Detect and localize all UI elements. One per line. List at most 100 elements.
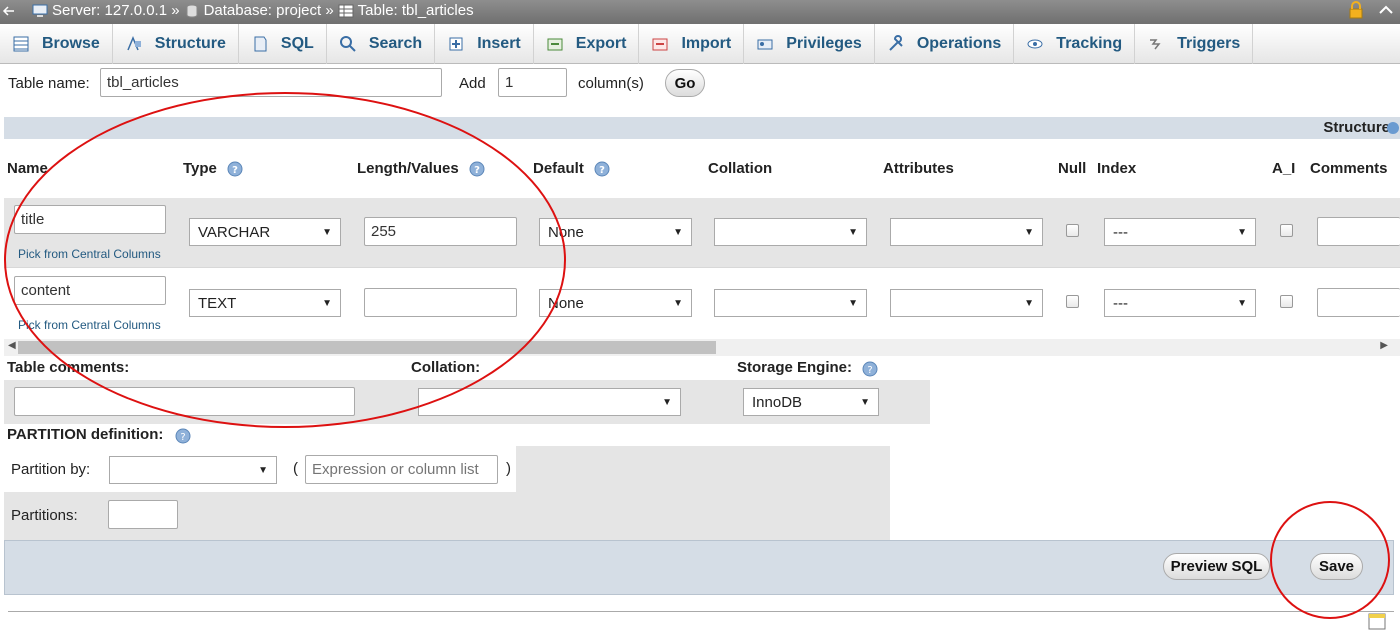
dropdown-caret-icon: ▼ bbox=[848, 298, 858, 309]
collapse-up-icon[interactable] bbox=[1378, 1, 1394, 19]
tab-tracking[interactable]: Tracking bbox=[1014, 24, 1136, 64]
tab-bar: Browse Structure SQL Search Insert Export Impo… bbox=[0, 24, 1400, 64]
help-icon[interactable]: ? bbox=[594, 161, 610, 177]
tab-structure[interactable]: Structure bbox=[113, 24, 239, 64]
help-icon[interactable] bbox=[1386, 121, 1400, 135]
partition-definition-label: PARTITION definition: bbox=[7, 426, 164, 443]
tab-sql[interactable]: SQL bbox=[239, 24, 327, 64]
dropdown-caret-icon: ▼ bbox=[662, 397, 672, 408]
dropdown-caret-icon: ▼ bbox=[1024, 227, 1034, 238]
add-columns-input[interactable]: 1 bbox=[498, 68, 567, 97]
svg-text:?: ? bbox=[474, 165, 480, 176]
tab-insert[interactable]: Insert bbox=[435, 24, 534, 64]
svg-text:?: ? bbox=[599, 165, 605, 176]
type-select[interactable]: TEXT ▼ bbox=[189, 289, 341, 317]
database-icon bbox=[186, 4, 198, 17]
tab-operations[interactable]: Operations bbox=[875, 24, 1015, 64]
breadcrumb-server[interactable]: Server: 127.0.0.1 » bbox=[32, 2, 180, 19]
table-name-line: Table name: tbl_articles Add 1 column(s)… bbox=[0, 68, 1400, 100]
attributes-select[interactable]: ▼ bbox=[890, 289, 1043, 317]
dropdown-caret-icon: ▼ bbox=[258, 465, 268, 476]
partitions-label: Partitions: bbox=[11, 507, 78, 524]
import-icon bbox=[652, 38, 668, 51]
tab-import[interactable]: Import bbox=[639, 24, 745, 64]
dropdown-caret-icon: ▼ bbox=[673, 298, 683, 309]
header-type: Type ? bbox=[183, 160, 243, 177]
table-collation-select[interactable]: ▼ bbox=[418, 388, 681, 416]
index-select[interactable]: --- ▼ bbox=[1104, 218, 1256, 246]
attributes-select[interactable]: ▼ bbox=[890, 218, 1043, 246]
svg-text:?: ? bbox=[867, 365, 872, 376]
auto-increment-checkbox[interactable] bbox=[1280, 224, 1293, 237]
export-icon bbox=[547, 38, 563, 51]
table-row: title Pick from Central Columns VARCHAR ▼… bbox=[4, 198, 1400, 268]
horizontal-scrollbar[interactable]: ◀ ▶ bbox=[4, 339, 1400, 356]
partition-by-select[interactable]: ▼ bbox=[109, 456, 277, 484]
default-select[interactable]: None ▼ bbox=[539, 289, 692, 317]
length-input[interactable]: 255 bbox=[364, 217, 517, 246]
breadcrumb-database[interactable]: Database: project » bbox=[184, 2, 334, 19]
insert-icon bbox=[449, 37, 463, 51]
scroll-right-icon[interactable]: ▶ bbox=[1380, 340, 1388, 351]
tab-export[interactable]: Export bbox=[534, 24, 640, 64]
columns-label: column(s) bbox=[578, 75, 644, 92]
index-select[interactable]: --- ▼ bbox=[1104, 289, 1256, 317]
partition-expression-input[interactable] bbox=[305, 455, 498, 484]
help-icon[interactable]: ? bbox=[469, 161, 485, 177]
storage-engine-select[interactable]: InnoDB ▼ bbox=[743, 388, 879, 416]
dropdown-caret-icon: ▼ bbox=[860, 397, 870, 408]
column-name-input[interactable]: title bbox=[14, 205, 166, 234]
pick-central-columns-link[interactable]: Pick from Central Columns bbox=[18, 247, 161, 261]
column-name-input[interactable]: content bbox=[14, 276, 166, 305]
table-collation-label: Collation: bbox=[411, 359, 481, 376]
close-paren: ) bbox=[506, 460, 511, 477]
partition-by-row: Partition by: ▼ ( ) bbox=[4, 446, 516, 492]
default-select[interactable]: None ▼ bbox=[539, 218, 692, 246]
help-icon[interactable]: ? bbox=[227, 161, 243, 177]
dropdown-caret-icon: ▼ bbox=[1237, 298, 1247, 309]
help-icon[interactable]: ? bbox=[862, 361, 878, 377]
help-icon[interactable]: ? bbox=[175, 428, 191, 444]
null-checkbox[interactable] bbox=[1066, 224, 1079, 237]
table-comments-input[interactable] bbox=[14, 387, 355, 416]
pick-central-columns-link[interactable]: Pick from Central Columns bbox=[18, 318, 161, 332]
wrench-icon bbox=[889, 35, 903, 51]
structure-icon bbox=[127, 36, 141, 51]
collation-select[interactable]: ▼ bbox=[714, 218, 867, 246]
auto-increment-checkbox[interactable] bbox=[1280, 295, 1293, 308]
header-default: Default ? bbox=[533, 160, 610, 177]
header-auto-increment: A_I bbox=[1272, 160, 1296, 177]
table-name-input[interactable]: tbl_articles bbox=[100, 68, 442, 97]
save-button[interactable]: Save bbox=[1310, 553, 1363, 580]
comments-input[interactable] bbox=[1317, 288, 1400, 317]
back-arrow-icon[interactable] bbox=[2, 2, 24, 22]
preview-sql-button[interactable]: Preview SQL bbox=[1163, 553, 1270, 580]
collation-select[interactable]: ▼ bbox=[714, 289, 867, 317]
length-input[interactable] bbox=[364, 288, 517, 317]
dropdown-caret-icon: ▼ bbox=[673, 227, 683, 238]
scrollbar-thumb[interactable] bbox=[18, 341, 716, 354]
type-select[interactable]: VARCHAR ▼ bbox=[189, 218, 341, 246]
go-button[interactable]: Go bbox=[665, 69, 705, 97]
tab-browse[interactable]: Browse bbox=[0, 24, 113, 64]
comments-input[interactable] bbox=[1317, 217, 1400, 246]
tab-search[interactable]: Search bbox=[327, 24, 436, 64]
add-label: Add bbox=[459, 75, 486, 92]
scroll-left-icon[interactable]: ◀ bbox=[8, 340, 16, 351]
divider bbox=[8, 611, 1394, 612]
breadcrumb: Server: 127.0.0.1 » Database: project » … bbox=[32, 2, 474, 19]
lock-icon[interactable] bbox=[1348, 1, 1364, 19]
dropdown-caret-icon: ▼ bbox=[1237, 227, 1247, 238]
console-icon[interactable] bbox=[1368, 613, 1386, 630]
svg-text:?: ? bbox=[180, 432, 185, 443]
partitions-input[interactable] bbox=[108, 500, 178, 529]
breadcrumb-table[interactable]: Table: tbl_articles bbox=[338, 2, 474, 19]
null-checkbox[interactable] bbox=[1066, 295, 1079, 308]
tab-triggers[interactable]: Triggers bbox=[1135, 24, 1254, 64]
storage-engine-label: Storage Engine: bbox=[737, 359, 853, 376]
sql-icon bbox=[254, 36, 267, 52]
tab-privileges[interactable]: Privileges bbox=[744, 24, 875, 64]
header-collation: Collation bbox=[708, 160, 773, 177]
browse-icon bbox=[13, 36, 29, 52]
dropdown-caret-icon: ▼ bbox=[322, 227, 332, 238]
